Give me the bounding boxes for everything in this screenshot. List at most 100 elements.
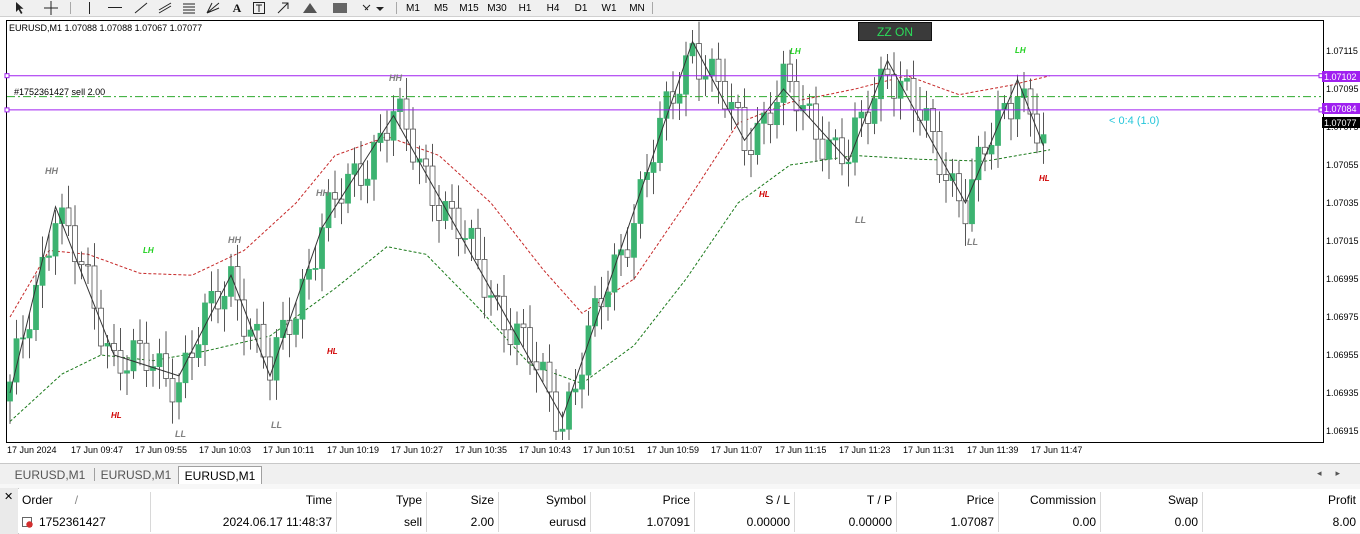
column-header-profit[interactable]: Profit (1202, 489, 1360, 511)
bull-candle (559, 428, 566, 432)
order-current-price-cell: 1.07087 (950, 515, 994, 529)
bear-candle (85, 264, 91, 267)
bull-candle (832, 137, 839, 141)
bull-candle (826, 139, 832, 160)
bull-candle (124, 370, 130, 374)
chevron-left-icon[interactable]: ◂ (1317, 468, 1336, 478)
swing-label-hh: HH (45, 166, 58, 176)
bear-candle (917, 109, 923, 121)
bear-candle (624, 249, 631, 258)
swing-label-hl: HL (759, 190, 770, 199)
price-axis-label: 1.06995 (1326, 274, 1359, 284)
bear-candle (423, 158, 429, 167)
bull-candle (208, 290, 215, 304)
bear-candle (767, 112, 774, 126)
swing-label-lh: LH (790, 47, 801, 56)
bear-candle (962, 200, 969, 225)
time-axis-label: 17 Jun 11:23 (839, 445, 891, 455)
column-header-swap[interactable]: Swap (1100, 489, 1202, 511)
column-header-commission[interactable]: Commission (998, 489, 1100, 511)
bear-candle (117, 350, 124, 374)
column-header-current-price[interactable]: Price (896, 489, 998, 511)
bear-candle (891, 74, 897, 99)
column-header-order[interactable]: Order / (18, 489, 150, 511)
order-id-cell: 1752361427 (18, 511, 150, 533)
bull-candle (59, 207, 65, 224)
swing-label-hh: HH (389, 73, 402, 83)
bull-candle (195, 344, 202, 358)
sort-indicator: / (74, 493, 79, 507)
chevron-right-icon[interactable]: ▸ (1335, 468, 1354, 478)
bear-candle (507, 329, 514, 345)
order-symbol-cell: eurusd (549, 515, 586, 529)
swing-label-lh: LH (143, 246, 154, 255)
chart-tabs-bar: EURUSD,M1 EURUSD,M1 EURUSD,M1 ◂▸ (0, 463, 1360, 484)
bull-candle (228, 266, 234, 297)
chart-tab[interactable]: EURUSD,M1 (8, 466, 92, 483)
line-handle (4, 73, 10, 79)
bull-candle (676, 93, 683, 104)
bull-candle (995, 109, 1001, 146)
table-row[interactable]: 1752361427 2024.06.17 11:48:37 sell 2.00… (18, 511, 1360, 533)
column-header-symbol[interactable]: Symbol (498, 489, 590, 511)
bull-candle (709, 58, 715, 77)
column-header-time[interactable]: Time (150, 489, 336, 511)
bull-candle (650, 162, 657, 173)
bull-candle (345, 173, 351, 204)
column-header-tp[interactable]: T / P (794, 489, 896, 511)
price-tag-lower-line: 1.07084 (1322, 103, 1360, 114)
bull-candle (52, 223, 59, 257)
price-axis-label: 1.06975 (1326, 312, 1359, 322)
order-commission-cell: 0.00 (1072, 515, 1096, 529)
bull-candle (26, 329, 33, 339)
bull-candle (605, 291, 611, 308)
bull-candle (806, 103, 813, 106)
bear-candle (403, 98, 410, 130)
bear-candle (865, 111, 871, 124)
column-header-size[interactable]: Size (426, 489, 498, 511)
bear-candle (449, 201, 455, 209)
close-icon[interactable]: ✕ (4, 490, 13, 503)
bear-candle (436, 205, 442, 221)
chart-tab[interactable]: EURUSD,M1 (96, 466, 176, 483)
swing-label-ll: LL (175, 429, 186, 439)
price-chart[interactable] (0, 0, 1360, 460)
bull-candle (514, 323, 520, 345)
order-size-cell: 2.00 (470, 515, 494, 529)
bull-candle (572, 388, 579, 393)
swing-label-hh: HH (228, 235, 241, 245)
bull-candle (202, 302, 208, 346)
bear-candle (65, 207, 72, 227)
time-axis-label: 17 Jun 11:39 (967, 445, 1019, 455)
price-axis-label: 1.07015 (1326, 236, 1359, 246)
bear-candle (748, 150, 754, 156)
order-time-cell: 2024.06.17 11:48:37 (222, 515, 332, 529)
tab-scroll-arrows[interactable]: ◂▸ (1317, 468, 1354, 479)
bear-candle (384, 132, 390, 141)
swing-label-hh: HH (316, 188, 329, 198)
bull-candle (176, 382, 182, 403)
column-header-price[interactable]: Price (590, 489, 694, 511)
bear-candle (546, 361, 553, 393)
chart-tab-active[interactable]: EURUSD,M1 (178, 466, 262, 484)
bear-candle (696, 43, 702, 80)
bull-candle (364, 178, 371, 186)
ratio-label: < 0:4 (1.0) (1109, 115, 1160, 127)
bull-candle (702, 75, 709, 80)
time-axis-label: 17 Jun 09:55 (135, 445, 188, 455)
bull-candle (904, 78, 910, 82)
price-tag-current: 1.07077 (1322, 117, 1360, 128)
bull-candle (488, 295, 494, 298)
bear-candle (494, 295, 501, 298)
price-axis-label: 1.06955 (1326, 350, 1359, 360)
column-header-type[interactable]: Type (336, 489, 426, 511)
bull-candle (540, 361, 546, 371)
order-type-cell: sell (403, 515, 422, 529)
bull-candle (351, 163, 358, 175)
time-axis-label: 17 Jun 11:07 (711, 445, 763, 455)
column-header-sl[interactable]: S / L (694, 489, 794, 511)
zz-toggle-button[interactable]: ZZ ON (858, 22, 932, 41)
bear-candle (930, 108, 936, 132)
bear-candle (735, 101, 741, 108)
bull-candle (1014, 97, 1021, 120)
